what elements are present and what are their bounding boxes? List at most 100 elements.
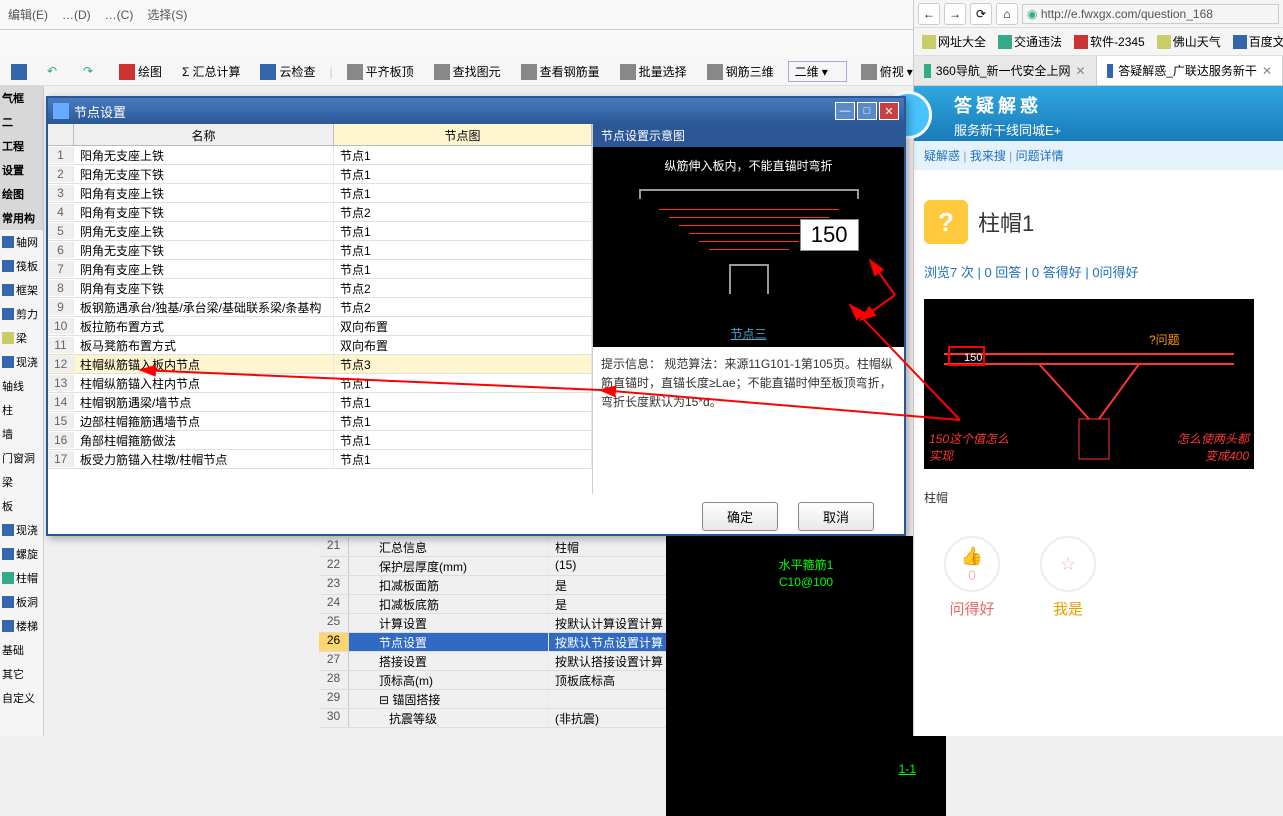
property-row[interactable]: 26节点设置按默认节点设置计算	[319, 633, 709, 652]
preview-node-link[interactable]: 节点三	[730, 325, 766, 342]
node-grid[interactable]: 名称 节点图 1阳角无支座上铁节点12阳角无支座下铁节点13阳角有支座上铁节点1…	[48, 124, 592, 469]
sidebar-item[interactable]: 柱帽	[0, 566, 43, 590]
grid-row[interactable]: 6阴角无支座下铁节点1	[48, 241, 592, 260]
property-row[interactable]: 29⊟ 锚固搭接	[319, 690, 709, 709]
property-row[interactable]: 28顶标高(m)顶板底标高	[319, 671, 709, 690]
crumb-link[interactable]: 疑解惑	[924, 149, 970, 163]
col-header-node[interactable]: 节点图	[334, 124, 592, 145]
view-select[interactable]: 俯视 ▾	[855, 61, 919, 82]
view-rebar-button[interactable]: 查看钢筋量	[515, 61, 606, 82]
sidebar-item[interactable]: 轴网	[0, 230, 43, 254]
bookmark-item[interactable]: 交通违法	[994, 31, 1066, 52]
vote-me-button[interactable]: ☆ 我是	[1040, 536, 1096, 619]
row-node[interactable]: 节点1	[334, 260, 592, 279]
row-node[interactable]: 双向布置	[334, 317, 592, 336]
tab-close-icon[interactable]: ✕	[1076, 64, 1086, 78]
grid-row[interactable]: 5阴角无支座上铁节点1	[48, 222, 592, 241]
grid-row[interactable]: 17板受力筋锚入柱墩/柱帽节点节点1	[48, 450, 592, 469]
bookmark-item[interactable]: 软件-2345	[1070, 31, 1149, 52]
menu-item[interactable]: …(D)	[62, 8, 91, 22]
grid-row[interactable]: 13柱帽纵筋锚入柱内节点节点1	[48, 374, 592, 393]
menu-item[interactable]: 编辑(E)	[8, 6, 48, 23]
back-button[interactable]: ←	[918, 3, 940, 25]
rebar-3d-button[interactable]: 钢筋三维	[701, 61, 780, 82]
property-row[interactable]: 23扣减板面筋是	[319, 576, 709, 595]
property-row[interactable]: 24扣减板底筋是	[319, 595, 709, 614]
menu-item[interactable]: …(C)	[105, 8, 134, 22]
grid-row[interactable]: 8阴角有支座下铁节点2	[48, 279, 592, 298]
dialog-titlebar[interactable]: 节点设置 — □ ✕	[48, 98, 904, 124]
bookmark-item[interactable]: 百度文	[1229, 31, 1283, 52]
property-row[interactable]: 27搭接设置按默认搭接设置计算	[319, 652, 709, 671]
maximize-button[interactable]: □	[857, 102, 877, 120]
row-node[interactable]: 双向布置	[334, 336, 592, 355]
close-button[interactable]: ✕	[879, 102, 899, 120]
grid-row[interactable]: 11板马凳筋布置方式双向布置	[48, 336, 592, 355]
sidebar-header[interactable]: 常用构	[0, 206, 43, 230]
sidebar-item[interactable]: 筏板	[0, 254, 43, 278]
property-row[interactable]: 25计算设置按默认计算设置计算	[319, 614, 709, 633]
bookmark-item[interactable]: 佛山天气	[1153, 31, 1225, 52]
tab-close-icon[interactable]: ✕	[1262, 64, 1272, 78]
sidebar-item[interactable]: 板洞	[0, 590, 43, 614]
row-node[interactable]: 节点1	[334, 393, 592, 412]
ok-button[interactable]: 确定	[702, 502, 778, 531]
col-header-name[interactable]: 名称	[74, 124, 334, 145]
sidebar-item[interactable]: 现浇	[0, 350, 43, 374]
row-node[interactable]: 节点1	[334, 412, 592, 431]
save-icon[interactable]	[5, 62, 33, 82]
reload-button[interactable]: ⟳	[970, 3, 992, 25]
url-input[interactable]: ◉ http://e.fwxgx.com/question_168	[1022, 4, 1279, 24]
batch-select-button[interactable]: 批量选择	[614, 61, 693, 82]
sidebar-item[interactable]: 柱	[0, 398, 43, 422]
sidebar-item[interactable]: 梁	[0, 326, 43, 350]
grid-row[interactable]: 2阳角无支座下铁节点1	[48, 165, 592, 184]
forward-button[interactable]: →	[944, 3, 966, 25]
sidebar-item[interactable]: 框架	[0, 278, 43, 302]
browser-tab[interactable]: 360导航_新一代安全上网✕	[914, 56, 1097, 85]
grid-row[interactable]: 12柱帽纵筋锚入板内节点节点3	[48, 355, 592, 374]
crumb-link[interactable]: 问题详情	[1016, 149, 1064, 163]
draw-button[interactable]: 绘图	[113, 61, 168, 82]
grid-row[interactable]: 14柱帽钢筋遇梁/墙节点节点1	[48, 393, 592, 412]
grid-row[interactable]: 4阳角有支座下铁节点2	[48, 203, 592, 222]
dim-2d-select[interactable]: 二维 ▾	[788, 61, 847, 82]
crumb-link[interactable]: 我来搜	[970, 149, 1016, 163]
grid-row[interactable]: 16角部柱帽箍筋做法节点1	[48, 431, 592, 450]
model-viewport[interactable]: 水平箍筋1 C10@100 1-1	[666, 536, 946, 816]
sidebar-item[interactable]: 剪力	[0, 302, 43, 326]
grid-row[interactable]: 1阳角无支座上铁节点1	[48, 146, 592, 165]
sidebar-item[interactable]: 墙	[0, 422, 43, 446]
preview-value-input[interactable]: 150	[800, 219, 859, 251]
grid-row[interactable]: 3阳角有支座上铁节点1	[48, 184, 592, 203]
browser-tab[interactable]: 答疑解惑_广联达服务新干✕	[1097, 56, 1283, 85]
row-node[interactable]: 节点1	[334, 431, 592, 450]
grid-row[interactable]: 10板拉筋布置方式双向布置	[48, 317, 592, 336]
sidebar-item[interactable]: 楼梯	[0, 614, 43, 638]
menu-item[interactable]: 选择(S)	[147, 6, 187, 23]
cancel-button[interactable]: 取消	[798, 502, 874, 531]
row-node[interactable]: 节点2	[334, 203, 592, 222]
sidebar-item[interactable]: 梁	[0, 470, 43, 494]
grid-row[interactable]: 9板钢筋遇承台/独基/承台梁/基础联系梁/条基构节点2	[48, 298, 592, 317]
sidebar-item[interactable]: 基础	[0, 638, 43, 662]
grid-row[interactable]: 15边部柱帽箍筋遇墙节点节点1	[48, 412, 592, 431]
minimize-button[interactable]: —	[835, 102, 855, 120]
flat-top-button[interactable]: 平齐板顶	[341, 61, 420, 82]
sidebar-item[interactable]: 螺旋	[0, 542, 43, 566]
row-node[interactable]: 节点1	[334, 184, 592, 203]
sidebar-item[interactable]: 其它	[0, 662, 43, 686]
property-row[interactable]: 22保护层厚度(mm)(15)	[319, 557, 709, 576]
sidebar-item[interactable]: 门窗洞	[0, 446, 43, 470]
redo-button[interactable]: ↷	[77, 62, 105, 82]
sidebar-item[interactable]: 轴线	[0, 374, 43, 398]
sidebar-header[interactable]: 设置	[0, 158, 43, 182]
row-node[interactable]: 节点2	[334, 298, 592, 317]
grid-row[interactable]: 7阴角有支座上铁节点1	[48, 260, 592, 279]
sidebar-item[interactable]: 板	[0, 494, 43, 518]
undo-button[interactable]: ↶	[41, 62, 69, 82]
property-row[interactable]: 30 抗震等级(非抗震)	[319, 709, 709, 728]
sidebar-header[interactable]: 绘图	[0, 182, 43, 206]
question-image[interactable]: 150 ?问题 150这个值怎么实现 怎么使两头都变成400	[924, 299, 1254, 469]
row-node[interactable]: 节点2	[334, 279, 592, 298]
